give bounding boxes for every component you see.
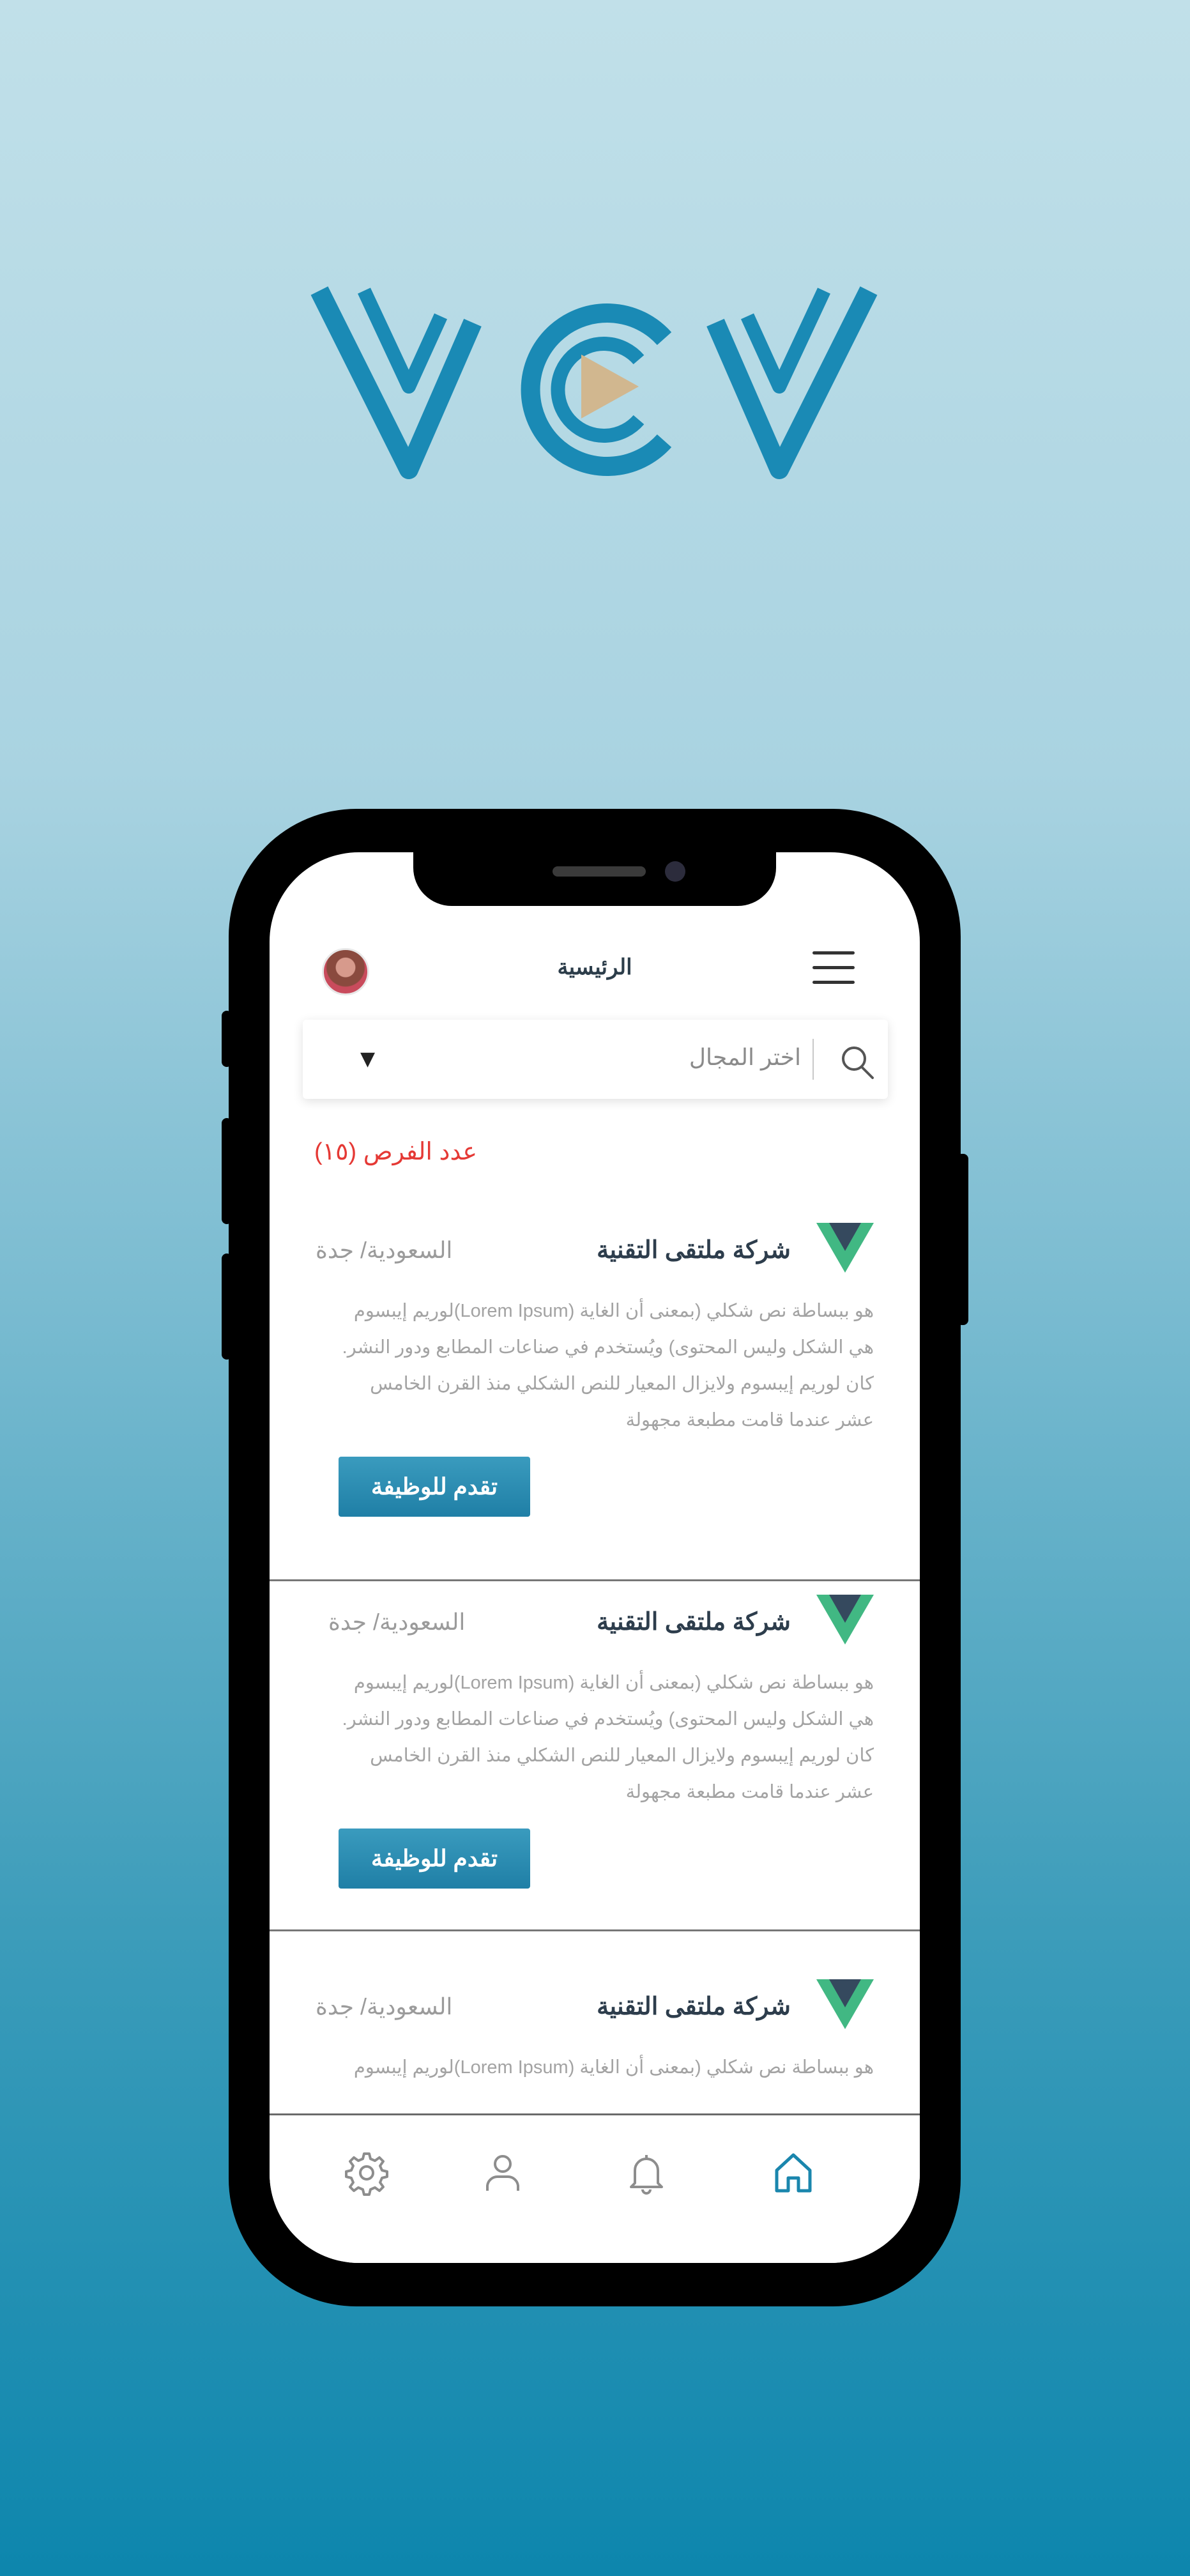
play-icon [581, 355, 639, 418]
page-title: الرئيسية [557, 955, 632, 979]
bell-icon[interactable] [621, 2147, 672, 2198]
user-icon[interactable] [477, 2147, 528, 2198]
chevron-down-icon[interactable]: ▼ [360, 1048, 375, 1070]
front-camera [665, 861, 685, 882]
speaker-grille [553, 866, 646, 877]
bottom-tab-bar [270, 2113, 920, 2263]
vcv-logo [307, 278, 881, 489]
phone-screen: الرئيسية اختر المجال ▼ عدد الفرص (١٥) شر… [270, 852, 920, 2263]
job-description: هو ببساطة نص شكلي (بمعنى أن الغاية (Lore… [353, 2057, 874, 2078]
app-header: الرئيسية [270, 935, 920, 999]
power-button [957, 1154, 968, 1325]
mute-switch [222, 1011, 232, 1067]
company-name: شركة ملتقى التقنية [597, 1237, 791, 1264]
field-select-placeholder: اختر المجال [689, 1044, 801, 1070]
menu-icon[interactable] [812, 951, 855, 985]
company-name: شركة ملتقى التقنية [597, 1609, 791, 1636]
company-logo-icon [816, 1595, 874, 1644]
job-location: السعودية/ جدة [316, 1237, 453, 1263]
job-card[interactable]: شركة ملتقى التقنية السعودية/ جدة هو ببسا… [270, 1595, 920, 1889]
opportunities-count: عدد الفرص (١٥) [314, 1138, 478, 1165]
job-location: السعودية/ جدة [316, 1993, 453, 2020]
company-logo-icon [816, 1979, 874, 2029]
job-description: هو ببساطة نص شكلي (بمعنى أن الغاية (Lore… [342, 1673, 874, 1802]
home-icon[interactable] [768, 2147, 819, 2198]
job-description: هو ببساطة نص شكلي (بمعنى أن الغاية (Lore… [342, 1301, 874, 1430]
job-card[interactable]: شركة ملتقى التقنية السعودية/ جدة هو ببسا… [270, 1223, 920, 1517]
job-card[interactable]: شركة ملتقى التقنية السعودية/ جدة هو ببسا… [270, 1979, 920, 2113]
field-select[interactable]: اختر المجال ▼ [303, 1020, 888, 1099]
volume-up-button [222, 1118, 232, 1224]
apply-button[interactable]: تقدم للوظيفة [339, 1457, 530, 1517]
card-divider [270, 1579, 920, 1581]
apply-button[interactable]: تقدم للوظيفة [339, 1828, 530, 1889]
job-location: السعودية/ جدة [328, 1609, 466, 1635]
volume-down-button [222, 1254, 232, 1360]
search-divider [812, 1039, 814, 1080]
card-divider [270, 1929, 920, 1931]
notch [413, 852, 776, 906]
company-name: شركة ملتقى التقنية [597, 1993, 791, 2020]
gear-icon[interactable] [341, 2147, 392, 2198]
company-logo-icon [816, 1223, 874, 1273]
avatar[interactable] [322, 948, 369, 995]
search-icon[interactable] [837, 1041, 878, 1082]
